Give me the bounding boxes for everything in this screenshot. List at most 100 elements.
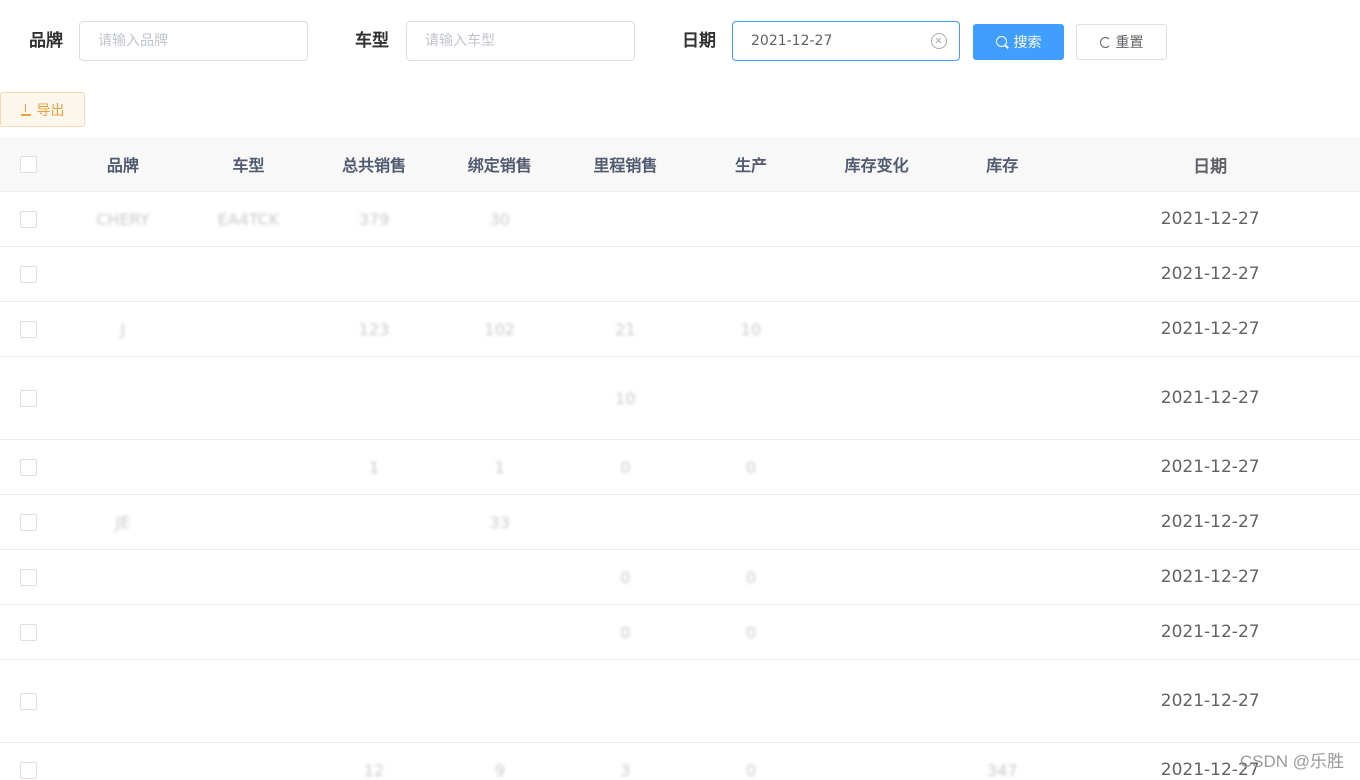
cell-brand: CHERY: [96, 209, 150, 229]
cell-prod: 0: [745, 622, 757, 642]
row-checkbox[interactable]: [20, 692, 37, 710]
table-row[interactable]: CHERY EA4TCK 379 30 2021-12-27: [0, 192, 1360, 247]
row-select-cell[interactable]: [0, 660, 55, 742]
cell-model: EA4TCK: [217, 209, 280, 229]
cell-prod: 10: [740, 319, 762, 339]
cell-mile: 10: [615, 388, 636, 408]
cell-total: 1: [368, 457, 380, 477]
table-row[interactable]: 2021-12-27: [0, 247, 1360, 302]
filter-bar: 品牌 车型 日期 搜索 重置: [0, 21, 1360, 61]
cell-date: 2021-12-27: [1160, 457, 1260, 477]
cell-bind: 33: [489, 512, 510, 532]
cell-total: 12: [363, 760, 385, 780]
table-row[interactable]: 12 9 3 0 347 2021-12-27: [0, 743, 1360, 780]
table-row[interactable]: 10 2021-12-27: [0, 357, 1360, 440]
download-icon: [20, 103, 31, 116]
search-icon: [995, 35, 1009, 49]
row-checkbox[interactable]: [20, 568, 37, 586]
cell-stock: [944, 605, 1060, 659]
cell-mile: [558, 192, 693, 246]
cell-brand: [55, 357, 190, 439]
header-date: 日期: [1193, 156, 1228, 177]
cell-date: 2021-12-27: [1160, 512, 1260, 532]
table-body: CHERY EA4TCK 379 30 2021-12-27 2021-12-27 J 123…: [0, 192, 1360, 780]
cell-mile: [558, 660, 693, 742]
export-button[interactable]: 导出: [0, 92, 85, 127]
cell-mile: 3: [620, 760, 631, 780]
cell-total: 123: [358, 319, 390, 339]
row-checkbox[interactable]: [20, 623, 37, 641]
row-select-cell[interactable]: [0, 605, 55, 659]
row-checkbox[interactable]: [20, 320, 37, 338]
cell-stock: 347: [986, 760, 1018, 780]
row-checkbox[interactable]: [20, 210, 37, 228]
table-row[interactable]: 1 1 0 0 2021-12-27: [0, 440, 1360, 495]
cell-brand: [55, 247, 190, 301]
cell-stockchg: [809, 440, 944, 494]
reset-button[interactable]: 重置: [1076, 24, 1167, 60]
cell-bind: [442, 550, 558, 604]
row-select-cell[interactable]: [0, 302, 55, 356]
cell-brand: [55, 660, 190, 742]
row-select-cell[interactable]: [0, 357, 55, 439]
cell-model: [190, 605, 306, 659]
cell-brand: JE: [115, 512, 131, 532]
cell-prod: [693, 357, 809, 439]
cell-prod: 0: [745, 760, 757, 780]
header-bind-sales: 绑定销售: [467, 156, 532, 175]
cell-prod: 0: [745, 567, 757, 587]
cell-brand: [55, 440, 190, 494]
data-table: 品牌 车型 总共销售 绑定销售 里程销售 生产 库存变化 库存 日期 CHERY…: [0, 137, 1360, 780]
cell-prod: [693, 495, 809, 549]
cell-total: [307, 660, 442, 742]
cell-prod: [693, 660, 809, 742]
table-row[interactable]: 0 0 2021-12-27: [0, 550, 1360, 605]
cell-model: [190, 495, 306, 549]
row-checkbox[interactable]: [20, 389, 37, 407]
select-all-checkbox[interactable]: [20, 155, 37, 173]
search-button[interactable]: 搜索: [973, 24, 1064, 60]
cell-date: 2021-12-27: [1160, 209, 1260, 229]
row-checkbox[interactable]: [20, 458, 37, 476]
table-row[interactable]: JE 33 2021-12-27: [0, 495, 1360, 550]
table-row[interactable]: J 123 102 21 10 2021-12-27: [0, 302, 1360, 357]
table-row[interactable]: 0 0 2021-12-27: [0, 605, 1360, 660]
header-select-all[interactable]: [0, 137, 55, 191]
clear-icon[interactable]: [931, 33, 947, 49]
row-select-cell[interactable]: [0, 440, 55, 494]
cell-stock: [944, 495, 1060, 549]
cell-mile: 21: [615, 319, 636, 339]
row-select-cell[interactable]: [0, 192, 55, 246]
table-row[interactable]: 2021-12-27: [0, 660, 1360, 743]
cell-mile: [558, 495, 693, 549]
cell-stockchg: [809, 302, 944, 356]
row-select-cell[interactable]: [0, 247, 55, 301]
refresh-icon: [1099, 36, 1111, 48]
cell-stock: [944, 192, 1060, 246]
cell-model: [190, 247, 306, 301]
row-checkbox[interactable]: [20, 761, 37, 779]
cell-stockchg: [809, 660, 944, 742]
cell-stock: [944, 660, 1060, 742]
cell-total: [307, 495, 442, 549]
cell-date: 2021-12-27: [1160, 319, 1260, 339]
row-select-cell[interactable]: [0, 743, 55, 780]
brand-input[interactable]: [79, 21, 308, 61]
cell-bind: [442, 357, 558, 439]
cell-stock: [944, 440, 1060, 494]
brand-label: 品牌: [29, 31, 63, 51]
cell-stockchg: [809, 550, 944, 604]
cell-stock: [944, 247, 1060, 301]
row-checkbox[interactable]: [20, 265, 37, 283]
row-checkbox[interactable]: [20, 513, 37, 531]
model-input[interactable]: [406, 21, 635, 61]
cell-stock: [944, 357, 1060, 439]
date-label: 日期: [682, 31, 716, 51]
row-select-cell[interactable]: [0, 550, 55, 604]
cell-total: 379: [358, 209, 390, 229]
cell-brand: [55, 550, 190, 604]
date-input[interactable]: [732, 21, 960, 61]
row-select-cell[interactable]: [0, 495, 55, 549]
header-model: 车型: [232, 156, 265, 175]
cell-total: [307, 357, 442, 439]
